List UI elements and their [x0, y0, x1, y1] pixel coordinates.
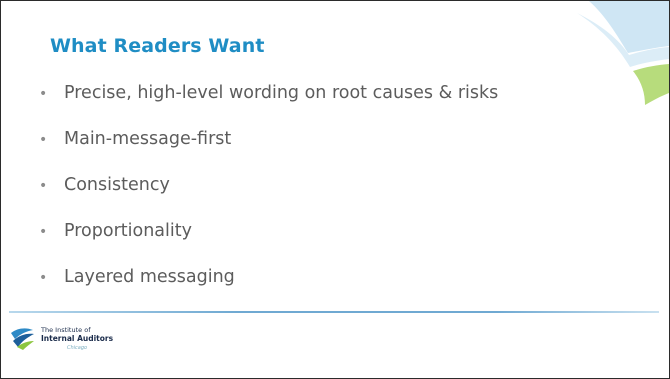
bullet-text: Precise, high-level wording on root caus…: [64, 83, 499, 103]
list-item: • Precise, high-level wording on root ca…: [39, 83, 498, 129]
bullet-marker: •: [39, 224, 48, 240]
slide: What Readers Want • Precise, high-level …: [0, 0, 670, 379]
logo-text-chapter: Chicago: [67, 345, 88, 351]
list-item: • Consistency: [39, 175, 498, 221]
bullet-marker: •: [39, 132, 48, 148]
bullet-marker: •: [39, 86, 48, 102]
slide-title: What Readers Want: [50, 35, 265, 57]
bullet-text: Consistency: [64, 175, 170, 195]
bullet-marker: •: [39, 270, 48, 286]
list-item: • Main-message-first: [39, 129, 498, 175]
logo-text-line1: The Institute of: [41, 326, 91, 334]
iia-logo: The Institute of Internal Auditors Chica…: [9, 323, 159, 363]
bullet-text: Main-message-first: [64, 129, 232, 149]
bullet-text: Proportionality: [64, 221, 192, 241]
bullet-text: Layered messaging: [64, 267, 235, 287]
list-item: • Layered messaging: [39, 267, 498, 313]
bullet-marker: •: [39, 178, 48, 194]
iia-logo-icon: [11, 328, 34, 350]
list-item: • Proportionality: [39, 221, 498, 267]
logo-text-line2: Internal Auditors: [41, 334, 114, 343]
bullet-list: • Precise, high-level wording on root ca…: [39, 83, 498, 313]
footer-divider: [9, 311, 659, 313]
